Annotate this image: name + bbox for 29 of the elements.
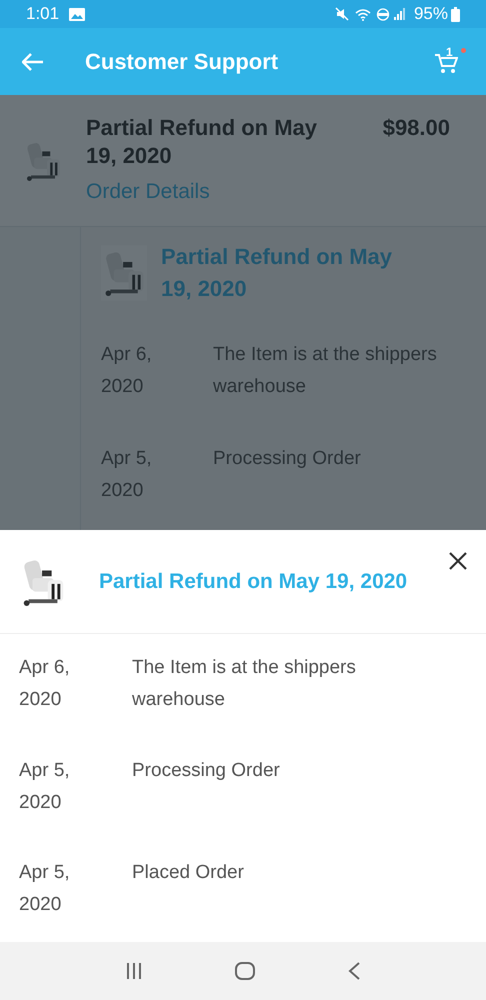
event-description: The Item is at the shippers warehouse (132, 656, 357, 712)
home-icon[interactable] (234, 962, 255, 980)
order-details-link[interactable]: Order Details (86, 176, 486, 208)
close-icon[interactable] (449, 552, 467, 570)
event-description: Placed Order (132, 861, 245, 886)
event-date: Apr 5, 2020 (19, 861, 71, 918)
back-icon[interactable] (348, 962, 360, 980)
image-icon (69, 8, 86, 20)
event-description: The Item is at the shippers warehouse (213, 343, 438, 399)
order-amount: $98.00 (382, 114, 450, 142)
mute-icon (334, 7, 349, 21)
event-date: Apr 5, 2020 (101, 447, 153, 503)
order-title: Partial Refund on May 19, 2020 (86, 114, 318, 170)
status-time: 1:01 (26, 3, 60, 26)
details-title: Partial Refund on May 19, 2020 (161, 243, 394, 303)
event-date: Apr 5, 2020 (19, 758, 71, 815)
dim-overlay[interactable] (0, 95, 486, 530)
wifi-icon (354, 8, 371, 20)
event-date: Apr 6, 2020 (101, 343, 153, 399)
event-description: Processing Order (132, 758, 281, 783)
battery-icon (451, 6, 460, 22)
screen-title: Customer Support (85, 48, 278, 76)
recent-apps-icon[interactable] (126, 963, 142, 979)
battery-percent: 95% (414, 3, 448, 26)
signal-icon (394, 8, 406, 20)
event-description: Processing Order (213, 447, 362, 471)
sheet-title: Partial Refund on May 19, 2020 (99, 568, 408, 595)
cart-count: 1 (446, 44, 453, 60)
event-date: Apr 6, 2020 (19, 656, 71, 712)
